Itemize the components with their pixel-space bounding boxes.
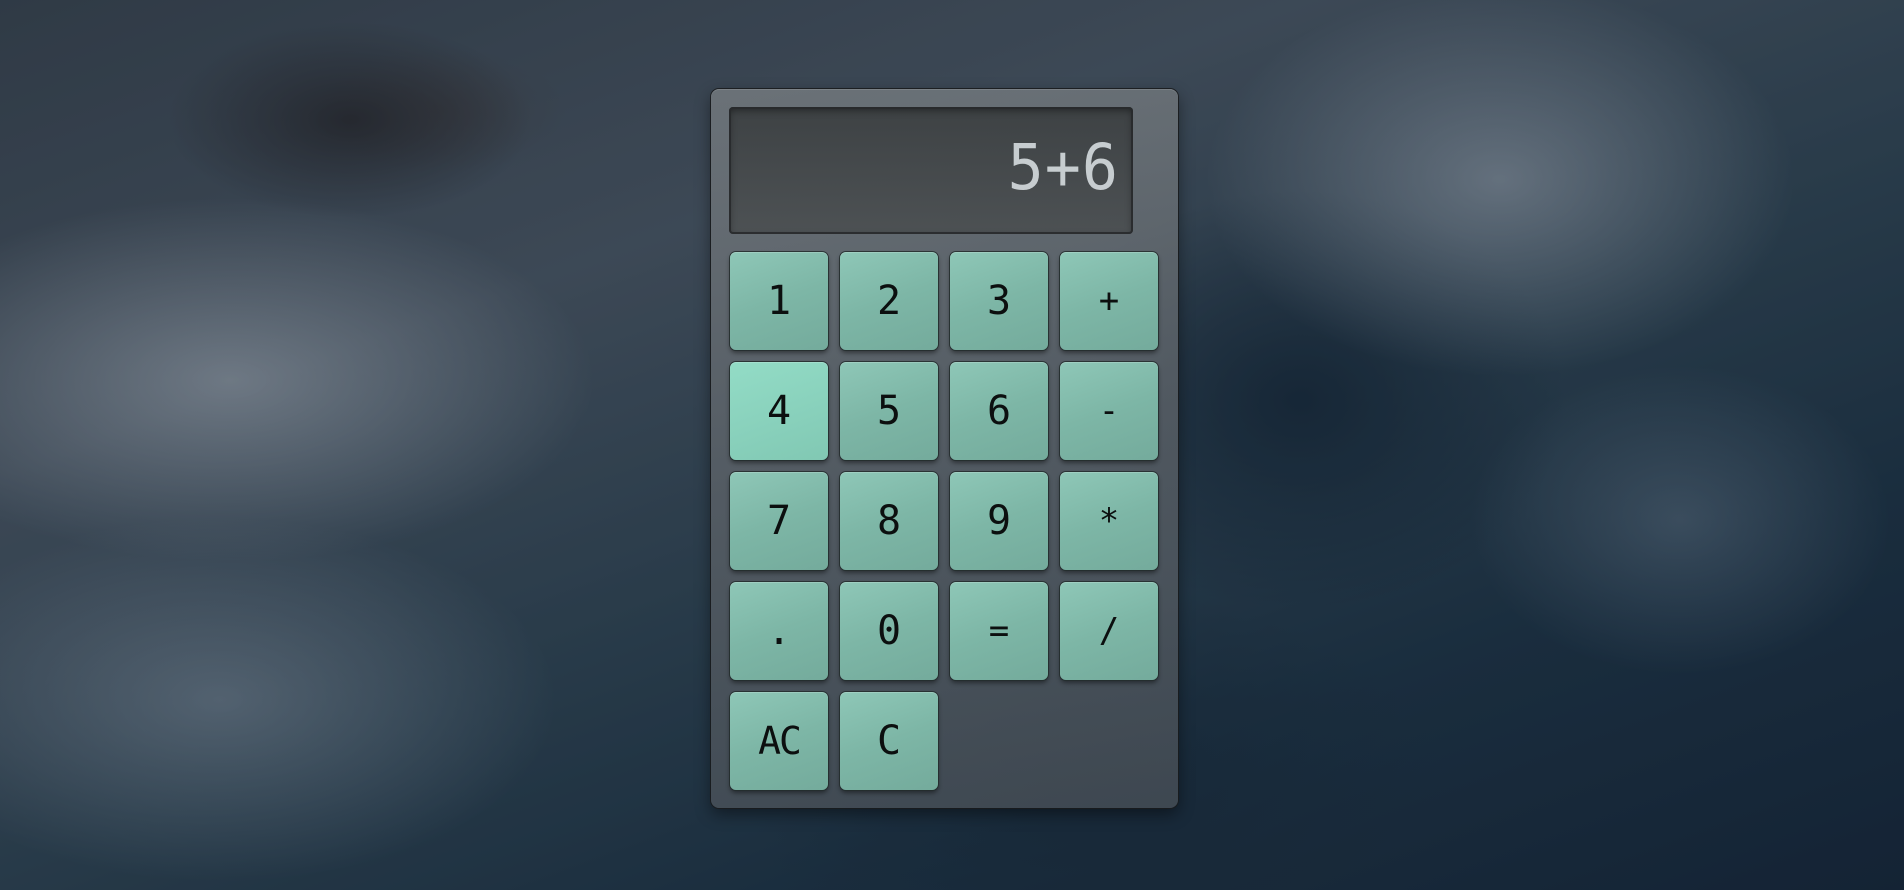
key-9[interactable]: 9	[950, 472, 1048, 570]
display-value: 5+6	[1007, 131, 1119, 205]
key-clear[interactable]: C	[840, 692, 938, 790]
calculator-display: 5+6	[729, 107, 1133, 234]
key-5[interactable]: 5	[840, 362, 938, 460]
key-2[interactable]: 2	[840, 252, 938, 350]
key-0[interactable]: 0	[840, 582, 938, 680]
key-3[interactable]: 3	[950, 252, 1048, 350]
key-7[interactable]: 7	[730, 472, 828, 570]
key-multiply[interactable]: *	[1060, 472, 1158, 570]
key-1[interactable]: 1	[730, 252, 828, 350]
key-decimal[interactable]: .	[730, 582, 828, 680]
key-plus[interactable]: +	[1060, 252, 1158, 350]
key-all-clear[interactable]: AC	[730, 692, 828, 790]
key-8[interactable]: 8	[840, 472, 938, 570]
calculator: 5+6 1 2 3 + 4 5 6 - 7 8 9 * . 0 = / AC C	[711, 89, 1178, 808]
key-6[interactable]: 6	[950, 362, 1048, 460]
key-equals[interactable]: =	[950, 582, 1048, 680]
key-4[interactable]: 4	[730, 362, 828, 460]
key-minus[interactable]: -	[1060, 362, 1158, 460]
key-divide[interactable]: /	[1060, 582, 1158, 680]
